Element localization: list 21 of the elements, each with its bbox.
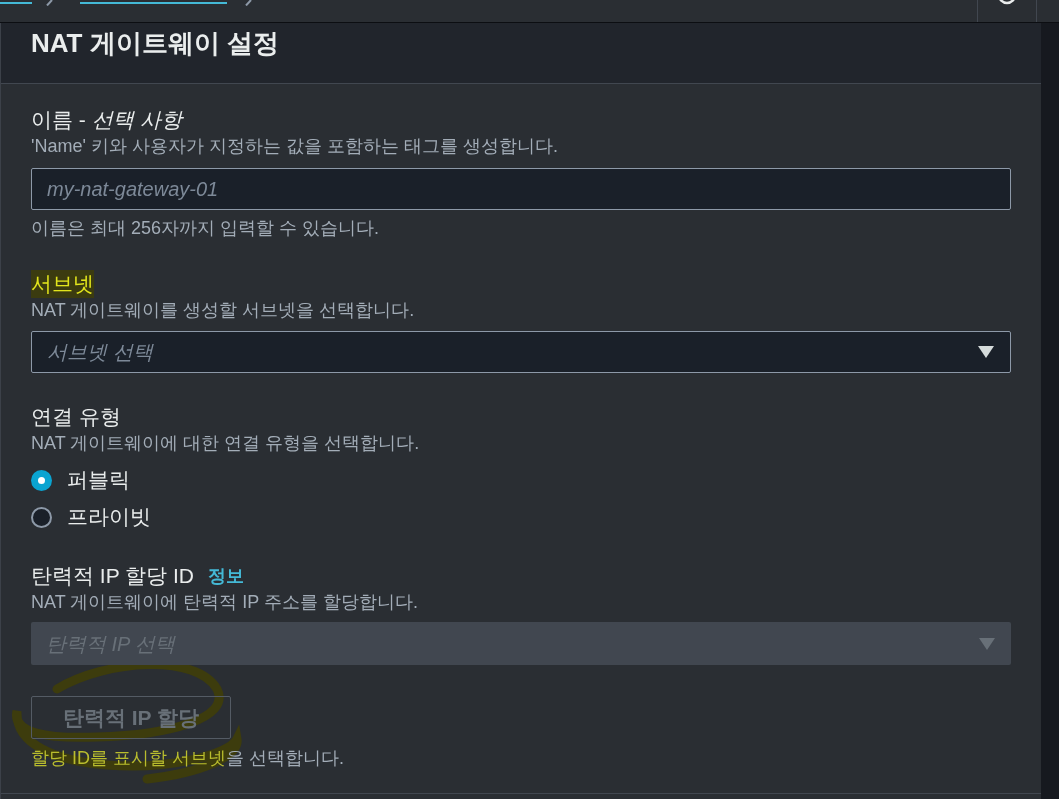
field-description: NAT 게이트웨이에 대한 연결 유형을 선택합니다.: [31, 432, 421, 455]
field-label: 이름 - 선택 사항: [31, 107, 182, 133]
field-description: NAT 게이트웨이에 탄력적 IP 주소를 할당합니다.: [31, 591, 420, 614]
field-description: 'Name' 키와 사용자가 지정하는 값을 포함하는 태그를 생성합니다.: [31, 135, 559, 158]
radio-label: 프라이빗: [67, 504, 151, 530]
field-label: 탄력적 IP 할당 ID: [31, 563, 194, 589]
chevron-icon: [245, 0, 252, 6]
radio-button[interactable]: [31, 469, 52, 491]
field-hint: 이름은 최대 256자까지 입력할 수 있습니다.: [31, 217, 381, 240]
chevron-icon: [46, 0, 53, 6]
radio-label: 퍼블릭: [67, 467, 130, 493]
text-input-field[interactable]: my-nat-gateway-01: [31, 168, 1011, 210]
caret-down-icon: [979, 637, 995, 650]
caret-down-icon: [978, 346, 994, 358]
field-label: 연결 유형: [31, 404, 121, 430]
panel-title: NAT 게이트웨이 설정: [31, 27, 280, 59]
field-label: 서브넷: [31, 270, 94, 298]
field-description: NAT 게이트웨이를 생성할 서브넷을 선택합니다.: [31, 299, 416, 322]
radio-button[interactable]: [31, 506, 52, 528]
field-hint: 할당 ID를 표시할 서브넷을 선택합니다.: [31, 747, 346, 770]
select-field[interactable]: 서브넷 선택: [31, 331, 1011, 373]
